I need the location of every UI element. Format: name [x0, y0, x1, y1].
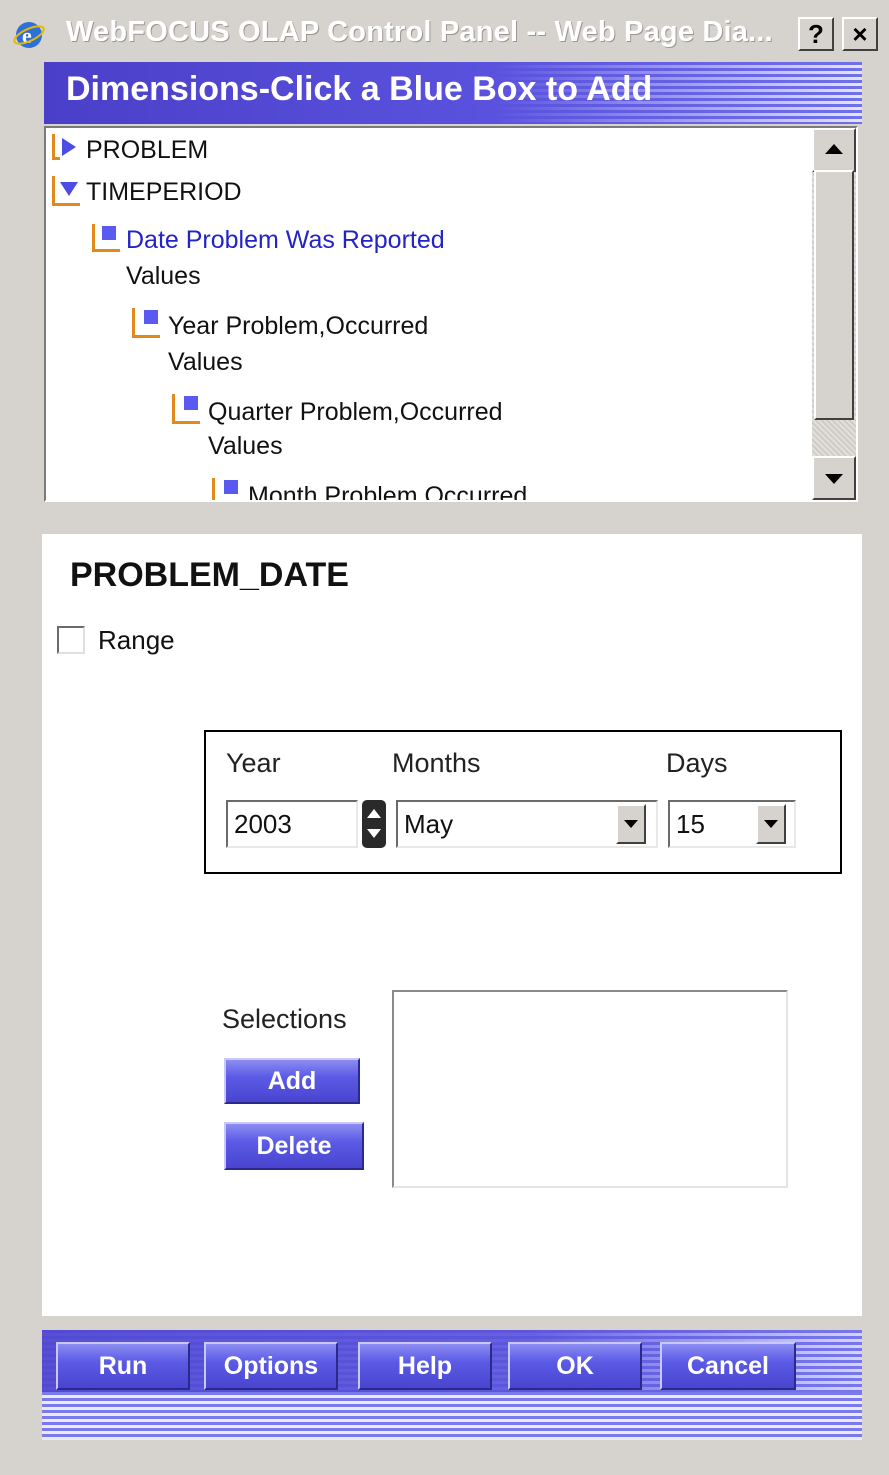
- add-button[interactable]: Add: [224, 1058, 360, 1104]
- spin-up-icon: [367, 809, 381, 818]
- internet-explorer-icon: e: [13, 22, 45, 48]
- tree-item-timeperiod[interactable]: TIMEPERIOD: [86, 178, 242, 207]
- scroll-down-button[interactable]: [812, 456, 856, 500]
- months-label: Months: [392, 748, 481, 778]
- range-checkbox[interactable]: [57, 626, 85, 654]
- scroll-up-arrow-icon: [825, 144, 843, 154]
- scroll-up-button[interactable]: [812, 128, 856, 172]
- help-footer-button[interactable]: Help: [358, 1342, 492, 1390]
- chevron-down-icon: [764, 820, 778, 828]
- year-input[interactable]: 2003: [226, 800, 358, 848]
- options-button[interactable]: Options: [204, 1342, 338, 1390]
- dimensions-header-title: Dimensions-Click a Blue Box to Add: [66, 70, 653, 108]
- year-spinner[interactable]: [362, 800, 386, 848]
- footer-stripes: [42, 1392, 862, 1440]
- tree-item-date-problem-reported[interactable]: Date Problem Was Reported: [126, 226, 445, 255]
- svg-text:e: e: [22, 23, 32, 48]
- tree-item-values[interactable]: Values: [126, 262, 201, 291]
- add-dimension-box-icon[interactable]: [184, 396, 198, 410]
- selections-label: Selections: [222, 1004, 347, 1034]
- field-title: PROBLEM_DATE: [70, 556, 349, 594]
- window-title: WebFOCUS OLAP Control Panel -- Web Page …: [66, 16, 773, 48]
- expanded-triangle-icon[interactable]: [60, 182, 78, 196]
- scroll-down-arrow-icon: [825, 474, 843, 484]
- tree-item-month-problem-occurred[interactable]: Month Problem,Occurred: [248, 482, 527, 500]
- run-button[interactable]: Run: [56, 1342, 190, 1390]
- tree-item-values[interactable]: Values: [208, 432, 283, 461]
- dimension-tree: PROBLEM TIMEPERIOD Date Problem Was Repo…: [44, 126, 858, 502]
- cancel-button[interactable]: Cancel: [660, 1342, 796, 1390]
- tree-connector: [52, 134, 60, 160]
- selections-list[interactable]: [392, 990, 788, 1188]
- range-label: Range: [98, 625, 175, 655]
- collapsed-triangle-icon[interactable]: [62, 138, 76, 156]
- add-dimension-box-icon[interactable]: [144, 310, 158, 324]
- days-label: Days: [666, 748, 728, 778]
- days-dropdown-button[interactable]: [756, 804, 786, 844]
- tree-item-problem[interactable]: PROBLEM: [86, 136, 208, 165]
- spin-down-icon: [367, 829, 381, 838]
- scroll-thumb[interactable]: [814, 170, 854, 420]
- close-button[interactable]: ×: [842, 17, 878, 51]
- year-label: Year: [226, 748, 281, 778]
- tree-item-values[interactable]: Values: [168, 348, 243, 377]
- help-button[interactable]: ?: [798, 17, 834, 51]
- add-dimension-box-icon[interactable]: [102, 226, 116, 240]
- ok-button[interactable]: OK: [508, 1342, 642, 1390]
- chevron-down-icon: [624, 820, 638, 828]
- delete-button[interactable]: Delete: [224, 1122, 364, 1170]
- add-dimension-box-icon[interactable]: [224, 480, 238, 494]
- months-dropdown-button[interactable]: [616, 804, 646, 844]
- tree-item-year-problem-occurred[interactable]: Year Problem,Occurred: [168, 312, 428, 341]
- tree-item-quarter-problem-occurred[interactable]: Quarter Problem,Occurred: [208, 398, 503, 427]
